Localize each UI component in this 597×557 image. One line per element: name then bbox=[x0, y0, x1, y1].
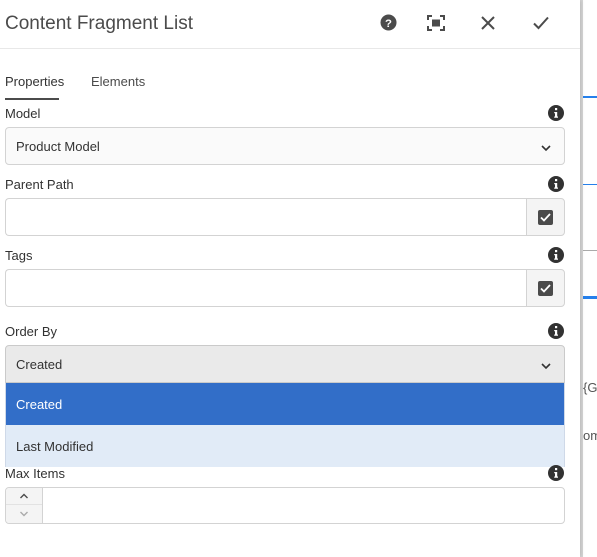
done-button[interactable] bbox=[528, 12, 554, 38]
active-tab-indicator bbox=[5, 98, 59, 100]
background-accent-line bbox=[583, 296, 597, 299]
parent-path-browse-button[interactable] bbox=[526, 198, 565, 236]
parent-path-input[interactable] bbox=[5, 198, 526, 236]
max-items-label: Max Items bbox=[5, 466, 65, 481]
parent-path-label: Parent Path bbox=[5, 177, 74, 192]
tags-browse-button[interactable] bbox=[526, 269, 565, 307]
select-check-icon bbox=[538, 209, 553, 225]
tab-properties[interactable]: Properties bbox=[5, 74, 64, 89]
content-fragment-list-dialog: Content Fragment List ? Properties Eleme… bbox=[0, 0, 580, 557]
model-select[interactable]: Product Model bbox=[5, 127, 565, 165]
chevron-down-icon bbox=[540, 141, 552, 153]
select-check-icon bbox=[538, 280, 553, 296]
order-by-label: Order By bbox=[5, 324, 58, 339]
fullscreen-icon bbox=[427, 14, 445, 36]
tab-bar: Properties Elements bbox=[0, 68, 580, 102]
model-select-value: Product Model bbox=[16, 139, 100, 154]
background-text: {Ge bbox=[583, 380, 597, 395]
increment-button[interactable] bbox=[6, 488, 42, 505]
stepper-buttons bbox=[6, 488, 43, 523]
info-icon[interactable] bbox=[548, 176, 564, 192]
info-icon[interactable] bbox=[548, 465, 564, 481]
tab-elements[interactable]: Elements bbox=[91, 74, 145, 89]
chevron-up-icon bbox=[19, 487, 29, 505]
tags-label: Tags bbox=[5, 248, 33, 263]
background-text: omn bbox=[583, 428, 597, 443]
background-accent-line bbox=[583, 184, 597, 185]
svg-text:?: ? bbox=[385, 18, 392, 30]
dropdown-option-last-modified[interactable]: Last Modified bbox=[6, 425, 564, 467]
info-icon[interactable] bbox=[548, 323, 564, 339]
checkmark-icon bbox=[533, 16, 549, 35]
background-accent-line bbox=[583, 96, 597, 98]
info-icon[interactable] bbox=[548, 247, 564, 263]
background-divider-line bbox=[583, 250, 597, 251]
help-icon: ? bbox=[379, 14, 397, 36]
info-icon[interactable] bbox=[548, 105, 564, 121]
background-scroll-strip bbox=[580, 0, 583, 557]
chevron-down-icon bbox=[540, 359, 552, 371]
order-by-select[interactable]: Created bbox=[5, 345, 565, 383]
decrement-button[interactable] bbox=[6, 505, 42, 522]
close-icon bbox=[481, 15, 495, 35]
max-items-stepper[interactable] bbox=[5, 487, 565, 524]
dropdown-option-created[interactable]: Created bbox=[6, 383, 564, 425]
chevron-down-icon bbox=[19, 505, 29, 523]
dialog-title: Content Fragment List bbox=[5, 13, 193, 34]
fullscreen-button[interactable] bbox=[423, 12, 449, 38]
model-label: Model bbox=[5, 106, 41, 121]
order-by-select-value: Created bbox=[16, 357, 63, 372]
dialog-header: Content Fragment List ? bbox=[0, 0, 580, 49]
tags-input[interactable] bbox=[5, 269, 526, 307]
order-by-dropdown-list: Created Last Modified bbox=[5, 383, 565, 467]
help-button[interactable]: ? bbox=[375, 12, 401, 38]
close-button[interactable] bbox=[475, 12, 501, 38]
